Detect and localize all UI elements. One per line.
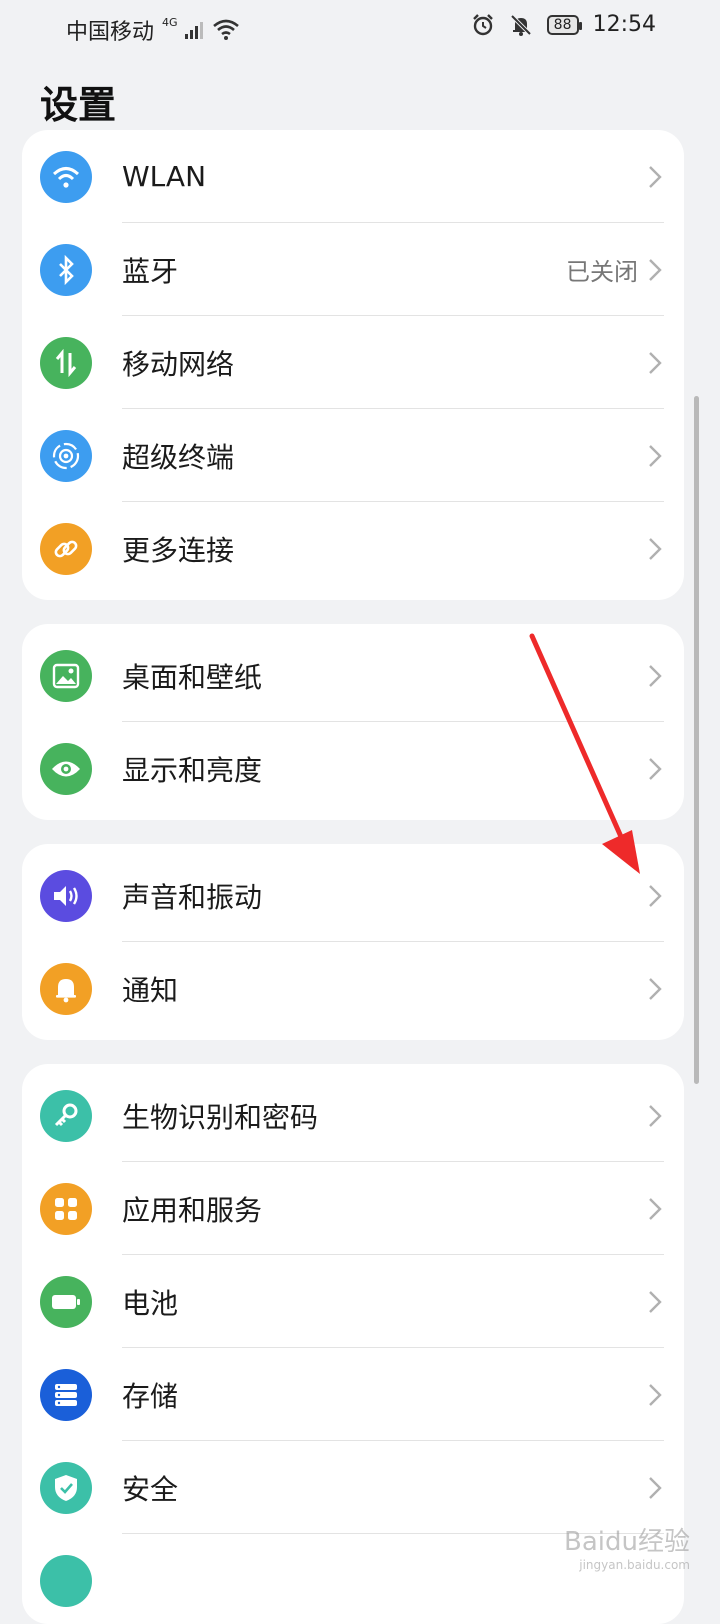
annotation-arrow-icon [0, 0, 720, 1600]
watermark: Baidu经验 jingyan.baidu.com [564, 1521, 690, 1572]
watermark-brand: Baidu经验 [564, 1527, 690, 1557]
watermark-url: jingyan.baidu.com [564, 1558, 690, 1572]
